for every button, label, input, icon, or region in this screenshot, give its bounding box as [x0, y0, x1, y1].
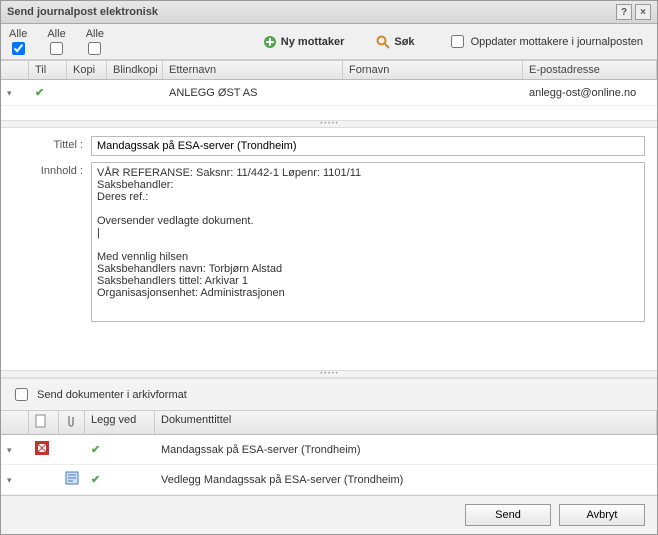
avbryt-button[interactable]: Avbryt	[559, 504, 645, 526]
recipients-body: ▾ ✔ ANLEGG ØST AS anlegg-ost@online.no	[1, 80, 657, 120]
doc-title: Vedlegg Mandagssak på ESA-server (Trondh…	[155, 471, 657, 489]
check-alle-1-box[interactable]	[12, 42, 25, 55]
check-alle-2-label: Alle	[47, 28, 65, 40]
tittel-input[interactable]	[91, 136, 645, 156]
sok-button[interactable]: Søk	[370, 32, 420, 52]
check-alle-1[interactable]: Alle	[9, 28, 27, 55]
col-page-icon	[29, 411, 59, 434]
cell-etternavn: ANLEGG ØST AS	[163, 84, 343, 102]
recipient-row[interactable]: ▾ ✔ ANLEGG ØST AS anlegg-ost@online.no	[1, 80, 657, 106]
send-arkivformat-checkbox[interactable]	[15, 388, 28, 401]
til-check-icon: ✔	[35, 87, 44, 99]
col-dokumenttittel[interactable]: Dokumenttittel	[155, 411, 657, 434]
magnifier-icon	[376, 35, 390, 49]
innhold-label: Innhold :	[13, 162, 83, 177]
expand-icon[interactable]: ▾	[7, 475, 12, 485]
check-alle-3[interactable]: Alle	[86, 28, 104, 55]
col-fornavn[interactable]: Fornavn	[343, 61, 523, 79]
form-area: Tittel : Innhold : VÅR REFERANSE: Saksnr…	[1, 128, 657, 370]
col-blindkopi[interactable]: Blindkopi	[107, 61, 163, 79]
toolbar: Alle Alle Alle Ny mottaker Søk Oppdater …	[1, 24, 657, 60]
ny-mottaker-button[interactable]: Ny mottaker	[257, 32, 351, 52]
send-button[interactable]: Send	[465, 504, 551, 526]
oppdater-checkbox[interactable]	[451, 35, 464, 48]
options-bar: Send dokumenter i arkivformat	[1, 378, 657, 410]
check-alle-2[interactable]: Alle	[47, 28, 65, 55]
add-circle-icon	[263, 35, 277, 49]
recipients-header: Til Kopi Blindkopi Etternavn Fornavn E-p…	[1, 60, 657, 80]
window-title: Send journalpost elektronisk	[7, 6, 158, 18]
col-clip-icon	[59, 411, 85, 434]
col-til[interactable]: Til	[29, 61, 67, 79]
sok-label: Søk	[394, 36, 414, 48]
doc-title: Mandagssak på ESA-server (Trondheim)	[155, 441, 657, 459]
check-alle-3-label: Alle	[86, 28, 104, 40]
check-alle-1-label: Alle	[9, 28, 27, 40]
oppdater-label: Oppdater mottakere i journalposten	[471, 36, 643, 48]
docs-body: ▾ ✔ Mandagssak på ESA-server (Trondheim)…	[1, 435, 657, 495]
doc-row[interactable]: ▾ ✔ Mandagssak på ESA-server (Trondheim)	[1, 435, 657, 465]
col-kopi[interactable]: Kopi	[67, 61, 107, 79]
close-button[interactable]: ×	[635, 4, 651, 20]
ny-mottaker-label: Ny mottaker	[281, 36, 345, 48]
docs-header: Legg ved Dokumenttittel	[1, 410, 657, 435]
oppdater-mottakere-checkbox[interactable]: Oppdater mottakere i journalposten	[441, 29, 649, 54]
page-icon	[35, 414, 47, 428]
check-alle-3-box[interactable]	[88, 42, 101, 55]
splitter-bottom[interactable]: • • • • •	[1, 370, 657, 378]
paperclip-icon	[65, 414, 77, 428]
help-button[interactable]: ?	[616, 4, 632, 20]
pdf-icon	[35, 446, 49, 458]
expand-icon[interactable]: ▾	[7, 445, 12, 455]
col-epost[interactable]: E-postadresse	[523, 61, 657, 79]
send-arkivformat-label: Send dokumenter i arkivformat	[37, 389, 187, 401]
col-etternavn[interactable]: Etternavn	[163, 61, 343, 79]
doc-row[interactable]: ▾ ✔ Vedlegg Mandagssak på ESA-server (Tr…	[1, 465, 657, 495]
doc-icon	[65, 476, 79, 488]
leggved-check-icon: ✔	[91, 444, 100, 456]
footer: Send Avbryt	[1, 495, 657, 534]
window-titlebar: Send journalpost elektronisk ? ×	[1, 1, 657, 24]
cell-epost: anlegg-ost@online.no	[523, 84, 657, 102]
expand-icon[interactable]: ▾	[7, 88, 12, 98]
col-leggved[interactable]: Legg ved	[85, 411, 155, 434]
innhold-textarea[interactable]: VÅR REFERANSE: Saksnr: 11/442-1 Løpenr: …	[91, 162, 645, 322]
check-alle-2-box[interactable]	[50, 42, 63, 55]
tittel-label: Tittel :	[13, 136, 83, 151]
cell-fornavn	[343, 90, 523, 96]
leggved-check-icon: ✔	[91, 474, 100, 486]
splitter-top[interactable]: • • • • •	[1, 120, 657, 128]
